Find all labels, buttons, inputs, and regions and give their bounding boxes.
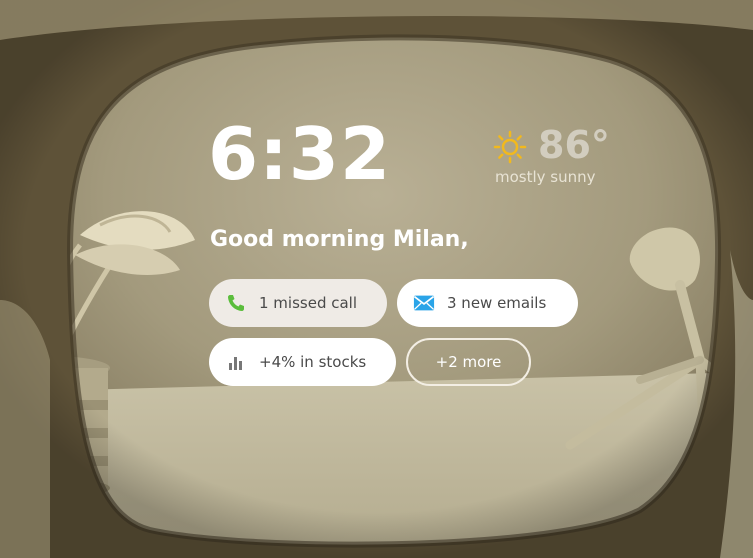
stocks-chart-icon: [225, 351, 247, 373]
sun-icon: [493, 130, 527, 164]
more-button-label: +2 more: [435, 353, 502, 371]
new-emails-notification[interactable]: 3 new emails: [397, 279, 578, 327]
missed-call-notification[interactable]: 1 missed call: [209, 279, 387, 327]
notification-label: 3 new emails: [447, 294, 547, 312]
notification-label: 1 missed call: [259, 294, 358, 312]
greeting: Good morning Milan,: [210, 227, 469, 252]
temperature: 86°: [538, 123, 610, 167]
weather-condition: mostly sunny: [495, 168, 596, 186]
notification-label: +4% in stocks: [259, 353, 367, 371]
clock-time: 6:32: [208, 112, 392, 196]
smart-glasses-hud: 6:32 86° mostly sunny Good morning Milan…: [0, 0, 753, 558]
mail-icon: [413, 292, 435, 314]
stocks-notification[interactable]: +4% in stocks: [209, 338, 396, 386]
more-notifications-button[interactable]: +2 more: [406, 338, 531, 386]
phone-icon: [225, 292, 247, 314]
